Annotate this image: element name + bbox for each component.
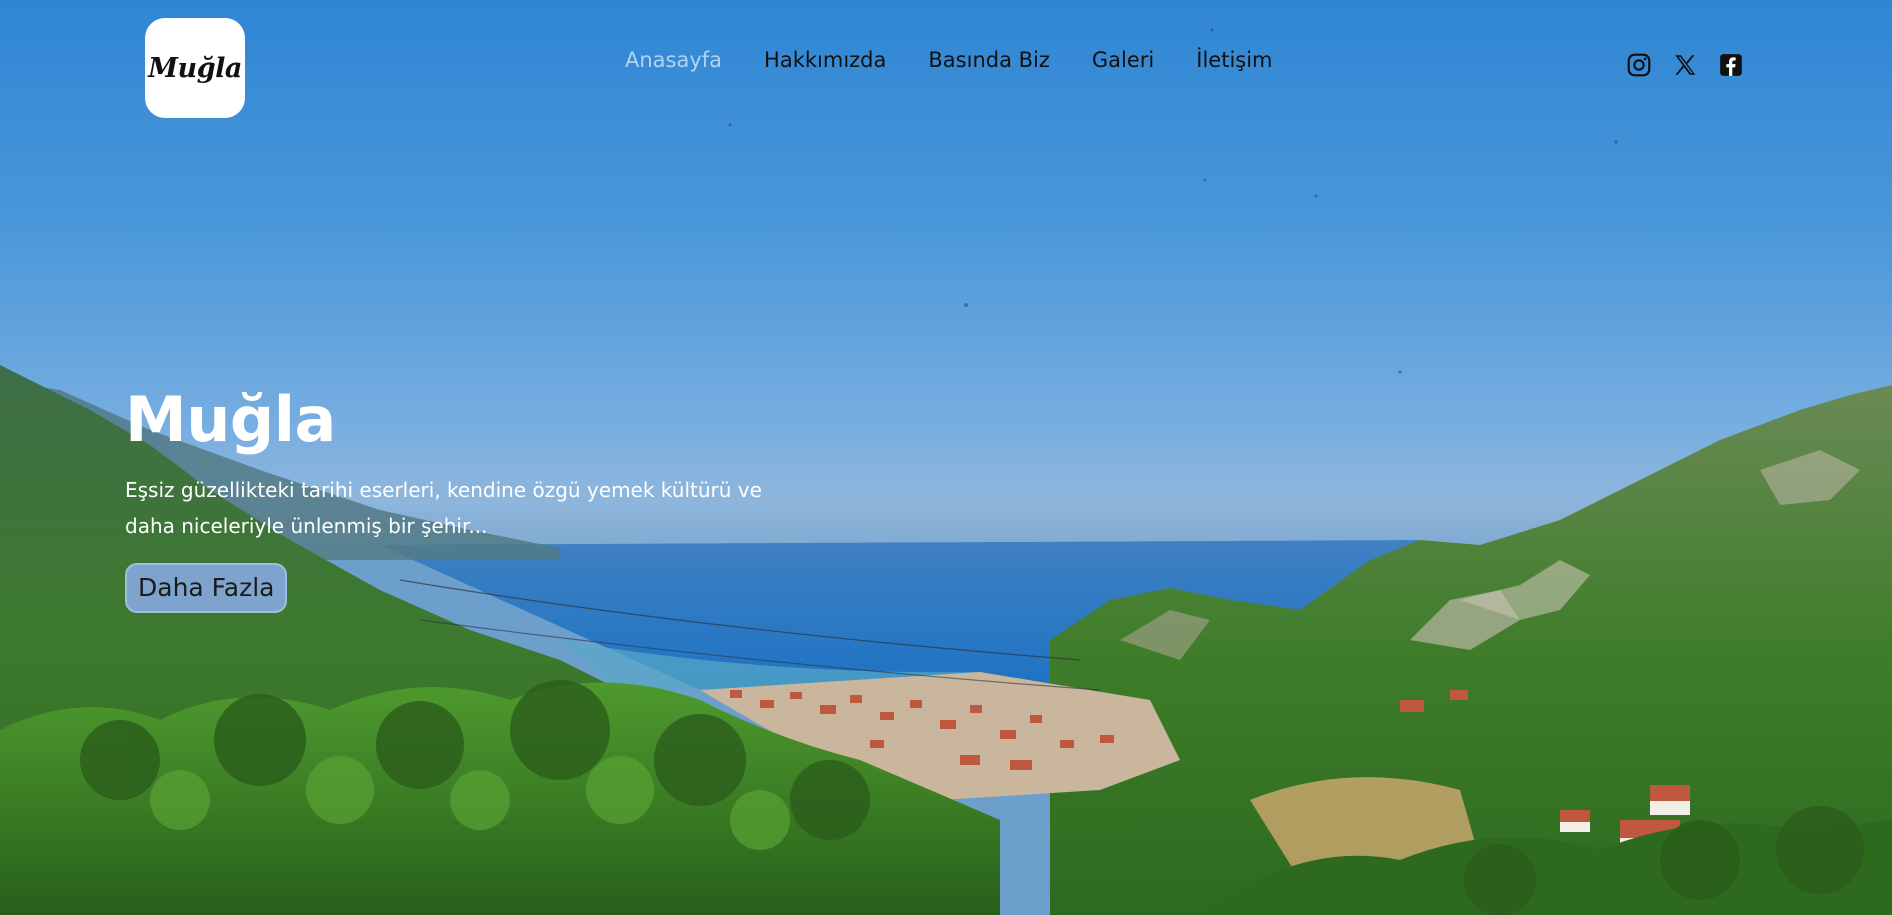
site-logo[interactable]: Muğla bbox=[145, 18, 245, 118]
hero-description-line-2: daha niceleriyle ünlenmiş bir şehir... bbox=[125, 514, 488, 538]
instagram-icon[interactable] bbox=[1626, 52, 1652, 78]
main-nav: Anasayfa Hakkımızda Basında Biz Galeri İ… bbox=[625, 48, 1315, 72]
hero-background-image bbox=[0, 28, 1892, 915]
facebook-icon[interactable] bbox=[1718, 52, 1744, 78]
hero-description: Eşsiz güzellikteki tarihi eserleri, kend… bbox=[125, 472, 765, 544]
social-links bbox=[1626, 52, 1744, 78]
nav-item-hakkimizda[interactable]: Hakkımızda bbox=[764, 48, 886, 72]
logo-text: Muğla bbox=[148, 52, 242, 84]
daha-fazla-button[interactable]: Daha Fazla bbox=[125, 563, 288, 613]
nav-item-anasayfa[interactable]: Anasayfa bbox=[625, 48, 722, 72]
x-twitter-icon[interactable] bbox=[1672, 52, 1698, 78]
nav-item-basinda-biz[interactable]: Basında Biz bbox=[928, 48, 1050, 72]
nav-item-iletisim[interactable]: İletişim bbox=[1196, 48, 1272, 72]
hero-description-line-1: Eşsiz güzellikteki tarihi eserleri, kend… bbox=[125, 478, 762, 502]
nav-item-galeri[interactable]: Galeri bbox=[1092, 48, 1154, 72]
hero-title: Muğla bbox=[125, 383, 336, 456]
hero-section: Muğla Anasayfa Hakkımızda Basında Biz Ga… bbox=[0, 0, 1892, 915]
